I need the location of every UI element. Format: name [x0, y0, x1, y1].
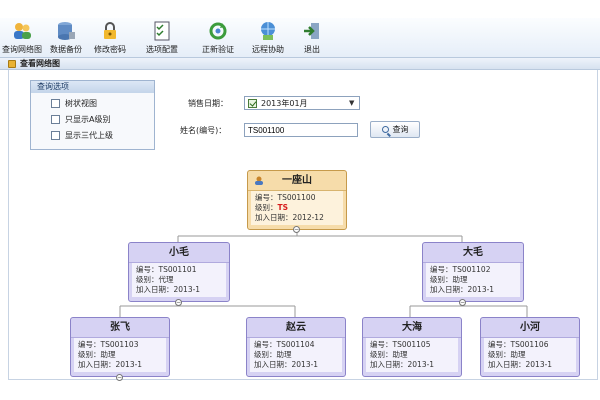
users-icon [14, 23, 31, 39]
remote-icon [261, 22, 275, 40]
node-name: 大毛 [423, 243, 523, 263]
option-label: 树状视图 [65, 98, 97, 108]
node-id: 编号：TS001105 [370, 340, 431, 349]
toolbar-label: 退出 [304, 45, 320, 54]
node-join-date: 加入日期：2013-1 [136, 285, 201, 294]
node-info: 编号：TS001102 级别：助理 加入日期：2013-1 [426, 263, 520, 297]
sale-date-value: 2013年01月 [261, 98, 308, 108]
exit-icon [304, 23, 319, 39]
option-three-generations[interactable]: 显示三代上级 [31, 127, 154, 143]
node-join-date: 加入日期：2013-1 [488, 360, 553, 369]
option-config-button[interactable]: 选项配置 [140, 18, 184, 58]
node-join-date: 加入日期：2013-1 [78, 360, 143, 369]
tree-view-checkbox[interactable] [51, 98, 60, 108]
node-join-date: 加入日期：2012-12 [255, 213, 324, 222]
toolbar-label: 数据备份 [50, 45, 82, 54]
name-id-label: 姓名(编号)： [180, 126, 227, 135]
chevron-down-icon[interactable]: ▼ [349, 99, 359, 107]
option-only-a-level[interactable]: 只显示A级别 [31, 111, 154, 127]
option-tree-view[interactable]: 树状视图 [31, 95, 154, 111]
query-button-label: 查询 [392, 125, 409, 134]
collapse-toggle[interactable]: − [175, 299, 182, 306]
node-info: 编号：TS001101 级别：代理 加入日期：2013-1 [132, 263, 226, 297]
tree-node[interactable]: 大毛 编号：TS001102 级别：助理 加入日期：2013-1 [422, 242, 524, 302]
node-level: 级别：助理 [488, 350, 526, 359]
change-password-button[interactable]: 修改密码 [88, 18, 132, 58]
date-enabled-checkbox[interactable] [248, 98, 257, 108]
reverify-button[interactable]: 正新验证 [196, 18, 240, 58]
network-icon [8, 59, 16, 68]
tree-node[interactable]: 小毛 编号：TS001101 级别：代理 加入日期：2013-1 [128, 242, 230, 302]
query-options-panel: 查询选项 树状视图 只显示A级别 显示三代上级 [30, 80, 155, 150]
node-info: 编号：TS001100 级别：TS 加入日期：2012-12 [251, 191, 343, 225]
node-id: 编号：TS001103 [78, 340, 139, 349]
main-toolbar: 查询网络图 数据备份 修改密码 选项配置 正新验证 远程协助 退出 [0, 18, 600, 58]
node-id: 编号：TS001100 [255, 193, 316, 202]
node-join-date: 加入日期：2013-1 [254, 360, 319, 369]
collapse-toggle[interactable]: − [116, 374, 123, 381]
panel-title: 查看网络图 [20, 59, 60, 68]
node-level: 级别：助理 [430, 275, 468, 284]
node-level: 级别：助理 [78, 350, 116, 359]
query-options-title: 查询选项 [31, 81, 154, 93]
node-name: 赵云 [247, 318, 345, 338]
toolbar-label: 正新验证 [202, 45, 234, 54]
query-button[interactable]: 查询 [370, 121, 420, 138]
node-name: 小河 [481, 318, 579, 338]
collapse-toggle[interactable]: − [293, 226, 300, 233]
node-id: 编号：TS001104 [254, 340, 315, 349]
option-label: 只显示A级别 [65, 114, 111, 124]
view-network-button[interactable]: 查询网络图 [0, 18, 44, 58]
search-icon [381, 126, 389, 133]
checklist-icon [154, 21, 170, 41]
node-level: 级别：TS [255, 203, 339, 213]
option-label: 显示三代上级 [65, 130, 113, 140]
collapse-toggle[interactable]: − [459, 299, 466, 306]
sale-date-picker[interactable]: 2013年01月 ▼ [244, 96, 360, 110]
node-id: 编号：TS001101 [136, 265, 197, 274]
node-join-date: 加入日期：2013-1 [370, 360, 435, 369]
panel-title-bar: 查看网络图 [0, 58, 600, 70]
sale-date-label: 销售日期： [188, 99, 228, 108]
node-name: 小毛 [129, 243, 229, 263]
node-level: 级别：代理 [136, 275, 174, 284]
toolbar-label: 选项配置 [146, 45, 178, 54]
node-level: 级别：助理 [254, 350, 292, 359]
toolbar-label: 查询网络图 [2, 45, 42, 54]
tree-node-root[interactable]: 一座山 编号：TS001100 级别：TS 加入日期：2012-12 [247, 170, 347, 230]
node-level-label: 级别： [255, 203, 278, 212]
tree-node[interactable]: 大海 编号：TS001105 级别：助理 加入日期：2013-1 [362, 317, 462, 377]
data-backup-button[interactable]: 数据备份 [44, 18, 88, 58]
toolbar-label: 修改密码 [94, 45, 126, 54]
exit-button[interactable]: 退出 [290, 18, 334, 58]
node-info: 编号：TS001103 级别：助理 加入日期：2013-1 [74, 338, 166, 372]
remote-assist-button[interactable]: 远程协助 [246, 18, 290, 58]
three-generations-checkbox[interactable] [51, 130, 60, 140]
node-id: 编号：TS001106 [488, 340, 549, 349]
tree-node[interactable]: 小河 编号：TS001106 级别：助理 加入日期：2013-1 [480, 317, 580, 377]
node-level: 级别：助理 [370, 350, 408, 359]
toolbar-label: 远程协助 [252, 45, 284, 54]
node-name: 大海 [363, 318, 461, 338]
node-info: 编号：TS001105 级别：助理 加入日期：2013-1 [366, 338, 458, 372]
user-icon [255, 176, 263, 185]
node-info: 编号：TS001104 级别：助理 加入日期：2013-1 [250, 338, 342, 372]
name-id-input[interactable] [244, 123, 358, 137]
lock-icon [104, 22, 116, 39]
node-level-value: TS [277, 203, 289, 212]
only-a-level-checkbox[interactable] [51, 114, 60, 124]
node-info: 编号：TS001106 级别：助理 加入日期：2013-1 [484, 338, 576, 372]
tree-node[interactable]: 赵云 编号：TS001104 级别：助理 加入日期：2013-1 [246, 317, 346, 377]
node-join-date: 加入日期：2013-1 [430, 285, 495, 294]
database-icon [58, 22, 75, 40]
refresh-icon [209, 22, 227, 40]
node-id: 编号：TS001102 [430, 265, 491, 274]
node-name: 张飞 [71, 318, 169, 338]
tree-node[interactable]: 张飞 编号：TS001103 级别：助理 加入日期：2013-1 [70, 317, 170, 377]
